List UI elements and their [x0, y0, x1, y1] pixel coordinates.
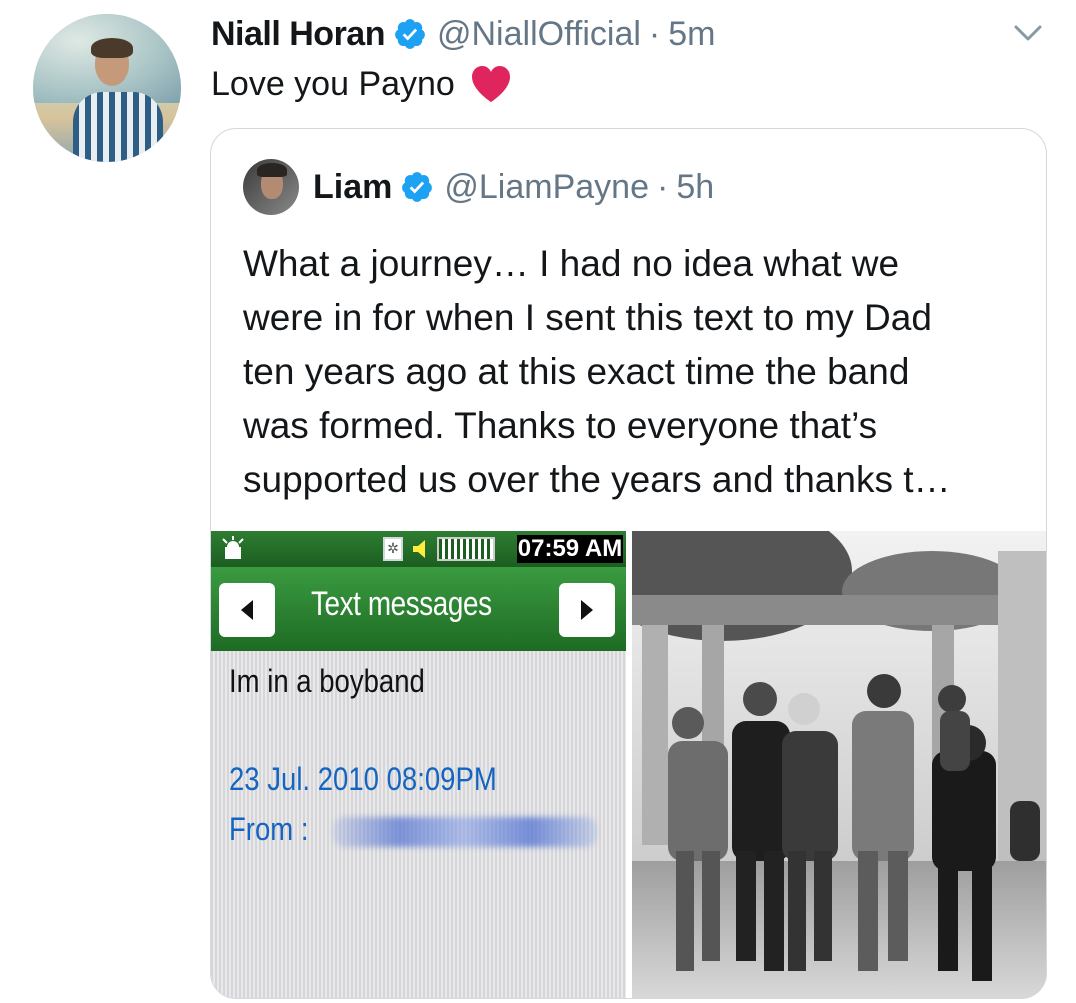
red-heart-icon — [471, 66, 510, 102]
battery-icon — [437, 537, 495, 561]
quoted-time: 5h — [676, 167, 715, 206]
quoted-media: ✲ 07:59 AM Text messages Im in a boyband… — [211, 531, 1046, 998]
phone-title: Text messages — [311, 585, 492, 623]
redacted-sender — [333, 817, 597, 847]
avatar-hair — [257, 163, 287, 177]
tweet-time[interactable]: 5m — [668, 15, 715, 54]
phone-title-bar: Text messages — [211, 567, 626, 651]
meta-separator: · — [656, 167, 669, 206]
author-name[interactable]: Niall Horan — [211, 15, 385, 54]
quoted-tweet[interactable]: Liam @LiamPayne · 5h What a journey… I h… — [210, 128, 1047, 999]
alarm-icon — [222, 536, 244, 559]
author-handle[interactable]: @NiallOfficial — [437, 15, 641, 54]
avatar-shirt — [73, 92, 163, 162]
quoted-author-name[interactable]: Liam — [313, 168, 392, 207]
quoted-text: What a journey… I had no idea what we we… — [243, 243, 951, 500]
arrow-left-icon — [219, 583, 275, 637]
tweet-text-row: Love you Payno — [211, 64, 513, 104]
verified-badge-icon — [402, 172, 433, 202]
tweet-text: Love you Payno — [211, 64, 455, 103]
media-image-band-photo[interactable] — [632, 531, 1046, 998]
bluetooth-icon: ✲ — [383, 537, 403, 561]
quoted-author-handle[interactable]: @LiamPayne — [444, 168, 649, 207]
tweet: Niall Horan @NiallOfficial · 5m Love you… — [0, 0, 1076, 1003]
avatar-hair — [91, 38, 133, 58]
phone-message-date: 23 Jul. 2010 08:09PM — [229, 761, 497, 797]
arrow-right-icon — [559, 583, 615, 637]
media-image-phone-screenshot[interactable]: ✲ 07:59 AM Text messages Im in a boyband… — [211, 531, 626, 998]
meta-separator: · — [648, 14, 661, 53]
band-photo — [632, 531, 1046, 998]
quoted-author-avatar[interactable] — [243, 159, 299, 215]
quoted-header: Liam @LiamPayne · 5h — [243, 159, 714, 215]
phone-message: Im in a boyband — [229, 663, 425, 699]
phone-status-bar: ✲ 07:59 AM — [211, 531, 626, 567]
phone-from-label: From : — [229, 811, 309, 847]
chevron-down-icon[interactable] — [1008, 18, 1048, 48]
tweet-header: Niall Horan @NiallOfficial · 5m — [211, 12, 715, 56]
verified-badge-icon — [395, 19, 425, 49]
author-avatar[interactable] — [33, 14, 181, 162]
speaker-icon — [413, 540, 425, 558]
phone-status-time: 07:59 AM — [517, 535, 623, 563]
